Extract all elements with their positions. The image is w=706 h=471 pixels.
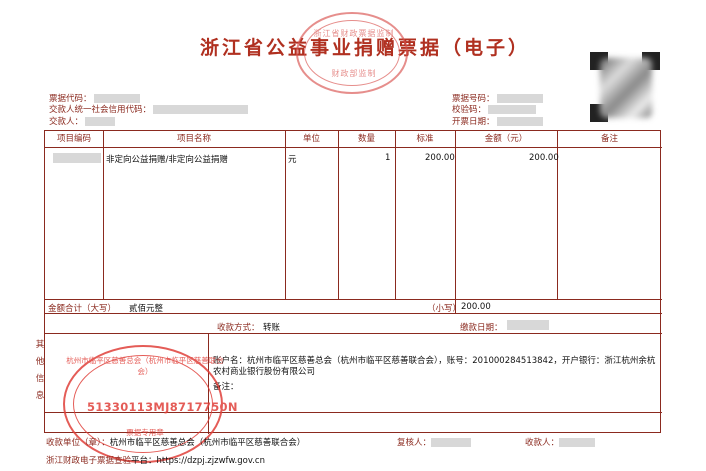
pay-method-divider (45, 333, 662, 334)
header-amount: 金额（元） (484, 134, 528, 144)
payer-credit-code-label: 交款人统一社会信用代码： (49, 105, 152, 115)
standard-cell: 200.00 (425, 153, 455, 163)
seal-top-upper-text: 浙江省财政票据监制 (313, 29, 395, 38)
check-code-mask (488, 105, 537, 114)
qr-code-icon (588, 50, 662, 124)
pay-method-value: 转账 (263, 323, 281, 333)
col-divider (455, 131, 456, 313)
payee-unit-value: 杭州市临平区慈善总会（杭州市临平区慈善联合会） (109, 438, 306, 448)
payee-unit-label: 收款单位（章）： (46, 438, 110, 448)
amount-cell: 200.00 (529, 153, 559, 163)
pay-date-mask (507, 320, 549, 330)
payee-label: 收款人： (525, 438, 560, 448)
header-divider (45, 147, 662, 148)
seal-arc-text: 杭州市临平区慈善总会（杭州市临平区慈善联合会） (66, 356, 224, 376)
unit-cell: 元 (288, 155, 297, 165)
payer-credit-code-field: 交款人统一社会信用代码： (49, 103, 249, 115)
item-name-cell: 非定向公益捐赠/非定向公益捐赠 (106, 155, 228, 165)
seal-top-lower-text: 财政部监制 (331, 69, 377, 78)
total-small-label: （小写） (427, 304, 462, 314)
header-remark: 备注 (600, 134, 618, 144)
payee-unit-field: 收款单位（章）：杭州市临平区慈善总会（杭州市临平区慈善联合会） (46, 436, 305, 448)
reviewer-label: 复核人： (397, 438, 432, 448)
other-info-side-label: 其 他 信 息 (35, 340, 45, 401)
header-quantity: 数量 (357, 134, 375, 144)
verify-platform-text: 浙江财政电子票据查验平台：https://dzpj.zjzwfw.gov.cn (46, 456, 265, 466)
seal-code-text: 51330113MJ8717750N (87, 400, 238, 414)
total-small-value: 200.00 (461, 302, 491, 312)
reviewer-field: 复核人： (397, 436, 472, 448)
check-code-field: 校验码： (452, 103, 537, 115)
bill-code-mask (93, 94, 140, 103)
total-upper-label: 金额合计（大写） (48, 304, 117, 314)
account-info-text: 账户名：杭州市临平区慈善总会（杭州市临平区慈善联合会），账号：201000284… (213, 356, 656, 377)
bill-number-mask (496, 94, 543, 103)
pay-method-label: 收款方式： (217, 323, 260, 333)
reviewer-mask (431, 438, 472, 447)
total-top-divider (45, 299, 662, 300)
payee-field: 收款人： (525, 436, 596, 448)
payer-label: 交款人： (49, 117, 84, 127)
col-divider (103, 131, 104, 299)
quantity-cell: 1 (385, 153, 391, 163)
header-unit: 单位 (302, 134, 320, 144)
pay-date-label: 缴款日期： (460, 323, 503, 333)
payer-field: 交款人： (49, 115, 116, 127)
payee-mask (559, 438, 596, 447)
official-seal-top: 浙江省财政票据监制 财政部监制 (296, 12, 408, 94)
col-divider (285, 131, 286, 299)
col-divider (395, 131, 396, 299)
col-divider (338, 131, 339, 299)
header-standard: 标准 (416, 134, 434, 144)
issue-date-mask (496, 117, 543, 126)
issue-date-field: 开票日期： (452, 115, 543, 127)
header-item-code: 项目编码 (56, 134, 91, 144)
payer-mask (85, 117, 116, 126)
item-code-mask (53, 153, 101, 163)
payer-credit-code-mask (153, 105, 249, 114)
header-item-name: 项目名称 (176, 134, 211, 144)
total-upper-value: 贰佰元整 (129, 304, 164, 314)
check-code-label: 校验码： (452, 105, 487, 115)
issue-date-label: 开票日期： (452, 117, 495, 127)
